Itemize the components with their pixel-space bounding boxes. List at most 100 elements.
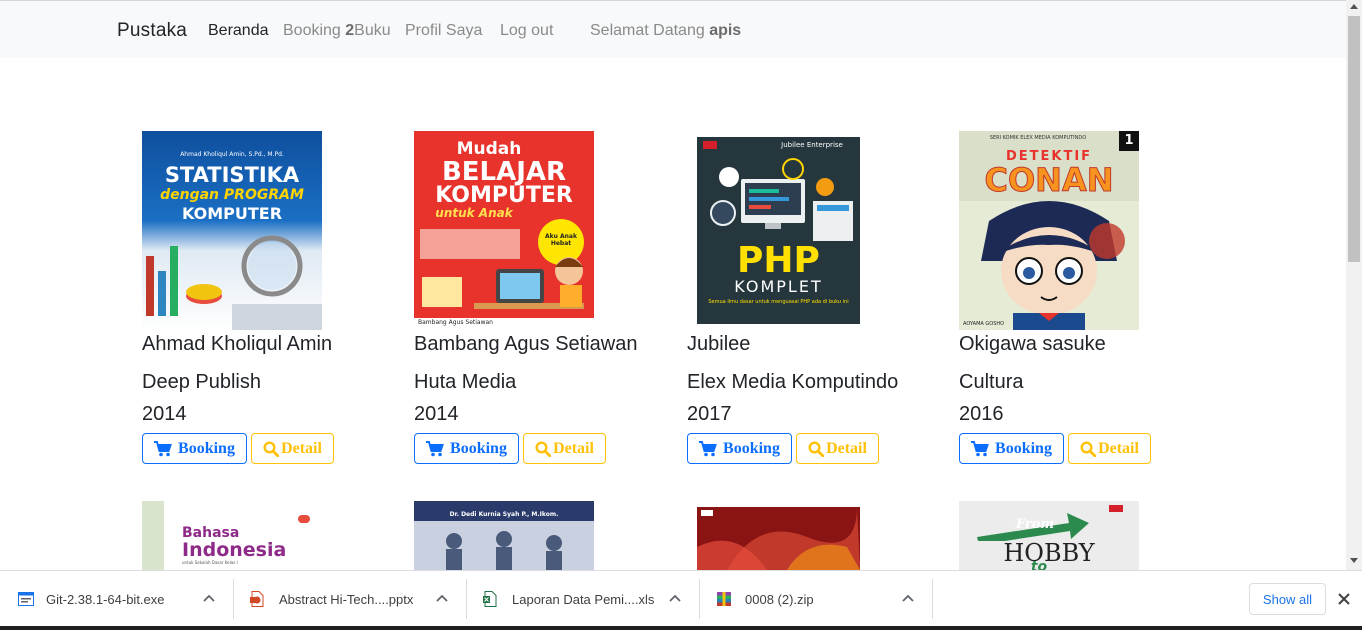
nav-booking-suffix: Buku [354, 22, 391, 39]
scroll-up-arrow-icon[interactable] [1350, 4, 1358, 9]
nav-booking-prefix: Booking [283, 22, 346, 39]
cart-icon [426, 440, 444, 456]
download-filename: Git-2.38.1-64-bit.exe [46, 592, 165, 607]
cover-title-line-2: KOMPLET [734, 277, 823, 296]
booking-button-label: Booking [995, 439, 1052, 457]
chevron-up-icon[interactable] [436, 594, 448, 602]
book-publisher: Cultura [959, 371, 1024, 393]
chevron-up-icon[interactable] [203, 594, 215, 602]
nav-profile[interactable]: Profil Saya [405, 22, 482, 40]
download-filename: Abstract Hi-Tech....pptx [279, 592, 414, 607]
download-filename: Laporan Data Pemi....xls [512, 592, 655, 607]
book-cover-image[interactable]: Mudah BELAJAR KOMPUTER untuk Anak Aku An… [414, 131, 594, 330]
booking-button-label: Booking [723, 439, 780, 457]
booking-button-label: Booking [450, 439, 507, 457]
cover-title-line: From [1015, 517, 1055, 532]
book-publisher: Deep Publish [142, 371, 261, 393]
people-illustration-icon [414, 521, 594, 570]
book-cover-image[interactable]: Ahmad Kholiqul Amin, S.Pd., M.Pd. STATIS… [142, 131, 322, 330]
cover-footer-author: AOYAMA GOSHO [963, 321, 1005, 327]
search-icon [1080, 440, 1097, 457]
close-icon[interactable] [1336, 591, 1352, 607]
book-author: Okigawa sasuke [959, 333, 1106, 355]
chevron-up-icon[interactable] [902, 594, 914, 602]
book-publisher: Elex Media Komputindo [687, 371, 899, 393]
cover-footer-author: Bambang Agus Setiawan [418, 319, 493, 326]
xls-file-icon [483, 591, 497, 607]
scroll-down-arrow-icon[interactable] [1350, 558, 1358, 563]
cover-subtitle-line: dengan PROGRAM [160, 187, 304, 203]
scroll-thumb[interactable] [1348, 16, 1360, 262]
kids-computer-illustration-icon [414, 229, 594, 330]
welcome-text: Selamat Datang apis [590, 22, 741, 40]
detail-button[interactable]: Detail [1068, 433, 1151, 464]
detail-button[interactable]: Detail [796, 433, 879, 464]
booking-button[interactable]: Booking [959, 433, 1064, 464]
book-author: Bambang Agus Setiawan [414, 333, 638, 355]
cover-title-line: Mudah [456, 139, 522, 159]
book-cover-image[interactable]: From HOBBY to [959, 501, 1139, 570]
cover-title-line-3: KOMPUTER [435, 183, 573, 208]
cover-series-line: SERI KOMIK ELEX MEDIA KOMPUTINDO [989, 135, 1087, 141]
chart-illustration-icon [146, 235, 322, 330]
cover-title-line-2: KOMPUTER [181, 204, 283, 223]
exe-file-icon [18, 592, 34, 606]
conan-character-illustration-icon [959, 201, 1139, 330]
book-year: 2014 [414, 403, 459, 425]
nav-booking[interactable]: Booking 2Buku [283, 22, 391, 40]
book-cover-image[interactable]: Bahasa Indonesia untuk Sekolah Dasar Kel… [142, 501, 322, 570]
detail-button-label: Detail [553, 439, 594, 457]
pptx-file-icon [250, 591, 264, 607]
detail-button-label: Detail [1098, 439, 1139, 457]
detail-button[interactable]: Detail [251, 433, 334, 464]
book-year: 2014 [142, 403, 187, 425]
chevron-up-icon[interactable] [669, 594, 681, 602]
cover-title-line-2: Indonesia [182, 539, 287, 561]
cover-volume: 1 [1124, 133, 1134, 148]
cover-tagline: Semua ilmu dasar untuk menguasai PHP ada… [708, 299, 849, 305]
cover-author-line: Dr. Dedi Kurnia Syah P., M.Ikom. [449, 511, 559, 518]
publisher-logo-icon [703, 141, 717, 149]
book-year: 2016 [959, 403, 1004, 425]
search-icon [808, 440, 825, 457]
book-cover-image[interactable] [697, 507, 860, 570]
window-bottom-edge [0, 626, 1362, 630]
nav-logout[interactable]: Log out [500, 22, 553, 40]
booking-button[interactable]: Booking [142, 433, 247, 464]
search-icon [263, 440, 280, 457]
booking-button-label: Booking [178, 439, 235, 457]
show-all-button[interactable]: Show all [1249, 583, 1326, 615]
book-author: Jubilee [687, 333, 751, 355]
download-separator [233, 579, 234, 619]
publisher-logo-icon [298, 515, 310, 523]
username: apis [709, 22, 742, 39]
abstract-pattern-icon [697, 507, 860, 570]
booking-button[interactable]: Booking [687, 433, 792, 464]
navbar: Pustaka Beranda Booking 2Buku Profil Say… [0, 0, 1346, 58]
book-year: 2017 [687, 403, 732, 425]
booking-count-badge: 2 [345, 22, 355, 39]
cover-title-line: PHP [737, 240, 820, 281]
book-cover-image[interactable]: SERI KOMIK ELEX MEDIA KOMPUTINDO 1 DETEK… [959, 131, 1139, 330]
welcome-prefix: Selamat Datang [590, 22, 710, 39]
nav-home[interactable]: Beranda [208, 22, 269, 40]
coding-illustration-icon [710, 158, 853, 241]
book-cover-image[interactable]: Dr. Dedi Kurnia Syah P., M.Ikom. [414, 501, 594, 570]
vertical-scrollbar[interactable] [1346, 0, 1362, 570]
download-separator [699, 579, 700, 619]
cover-title-line-2: CONAN [984, 161, 1114, 200]
cover-author-line: Jubilee Enterprise [781, 141, 843, 149]
download-separator [932, 579, 933, 619]
booking-button[interactable]: Booking [414, 433, 519, 464]
page: Pustaka Beranda Booking 2Buku Profil Say… [0, 0, 1362, 630]
book-cover-image[interactable]: Jubilee Enterprise PHP KOMPLET Semua ilm… [697, 137, 860, 324]
book-publisher: Huta Media [414, 371, 517, 393]
download-filename: 0008 (2).zip [745, 592, 814, 607]
cover-subtitle-line: untuk Sekolah Dasar Kelas I [182, 560, 238, 565]
cover-title-line-3: to [1030, 559, 1048, 570]
zip-file-icon [717, 592, 731, 606]
search-icon [535, 440, 552, 457]
brand-logo[interactable]: Pustaka [117, 20, 187, 42]
detail-button[interactable]: Detail [523, 433, 606, 464]
cart-icon [699, 440, 717, 456]
